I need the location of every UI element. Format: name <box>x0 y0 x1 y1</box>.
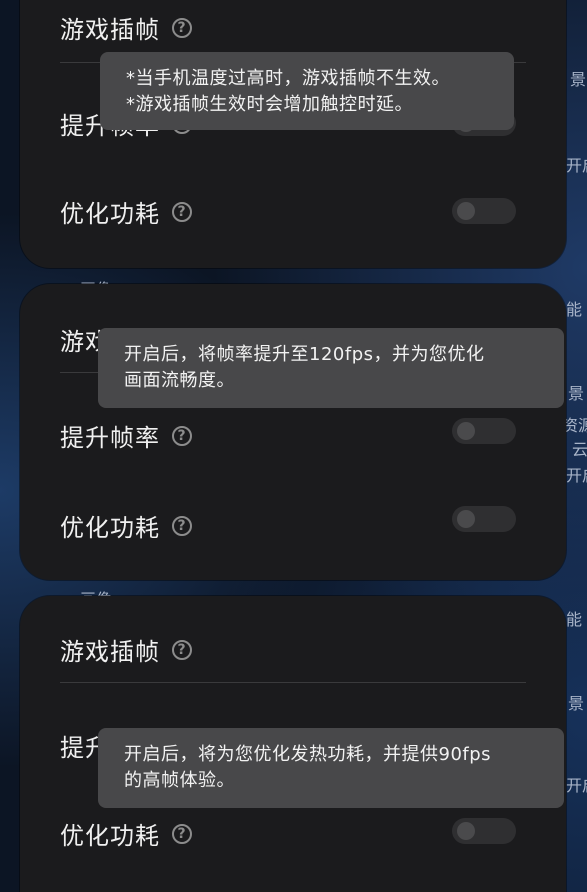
frame-interpolation-title-row: 游戏插帧 ? <box>60 632 192 667</box>
tooltip: 开启后，将为您优化发热功耗，并提供90fps 的高帧体验。 <box>98 728 564 808</box>
settings-panel-1: 游戏插帧 ? 提升帧率 ? 优化功耗 ? <box>20 0 566 268</box>
divider <box>60 682 526 683</box>
question-circle-icon[interactable]: ? <box>172 17 192 38</box>
row-label: 优化功耗 <box>60 514 160 542</box>
question-circle-icon[interactable]: ? <box>172 639 192 660</box>
bg-text: 开启 <box>566 156 587 175</box>
optimize-power-row: 优化功耗 ? <box>60 816 192 851</box>
question-circle-icon[interactable]: ? <box>172 515 192 536</box>
bg-text: 景 <box>568 694 585 713</box>
optimize-power-toggle[interactable] <box>452 818 516 844</box>
bg-text: 能 <box>566 610 583 629</box>
tooltip-line: *游戏插帧生效时会增加触控时延。 <box>126 94 413 115</box>
optimize-power-toggle[interactable] <box>452 506 516 532</box>
frame-interpolation-title-row: 游戏插帧 ? <box>60 10 192 45</box>
tooltip: 开启后，将帧率提升至120fps，并为您优化 画面流畅度。 <box>98 328 564 408</box>
optimize-power-row: 优化功耗 ? <box>60 194 192 229</box>
bg-text: 开启 <box>566 466 587 485</box>
row-label: 优化功耗 <box>60 200 160 228</box>
tooltip-line: 画面流畅度。 <box>124 370 235 391</box>
bg-text: 开启 <box>566 776 587 795</box>
tooltip: *当手机温度过高时，游戏插帧不生效。 *游戏插帧生效时会增加触控时延。 <box>100 52 514 130</box>
question-circle-icon[interactable]: ? <box>172 823 192 844</box>
question-circle-icon[interactable]: ? <box>172 425 192 446</box>
question-circle-icon[interactable]: ? <box>172 201 192 222</box>
row-label: 提升帧率 <box>60 424 160 452</box>
bg-text: 景 <box>570 70 587 89</box>
tooltip-line: 的高帧体验。 <box>124 770 235 791</box>
optimize-power-row: 优化功耗 ? <box>60 508 192 543</box>
boost-frame-rate-toggle[interactable] <box>452 418 516 444</box>
tooltip-line: 开启后，将帧率提升至120fps，并为您优化 <box>124 344 485 365</box>
boost-frame-rate-row: 提升帧率 ? <box>60 418 192 453</box>
tooltip-line: 开启后，将为您优化发热功耗，并提供90fps <box>124 744 492 765</box>
optimize-power-toggle[interactable] <box>452 198 516 224</box>
bg-text: 能 <box>566 300 583 319</box>
tooltip-line: *当手机温度过高时，游戏插帧不生效。 <box>126 68 450 89</box>
bg-text: 景 <box>568 384 585 403</box>
bg-text: 云 <box>572 440 587 459</box>
row-label: 优化功耗 <box>60 822 160 850</box>
panel-title: 游戏插帧 <box>60 16 160 44</box>
panel-title: 游戏插帧 <box>60 638 160 666</box>
